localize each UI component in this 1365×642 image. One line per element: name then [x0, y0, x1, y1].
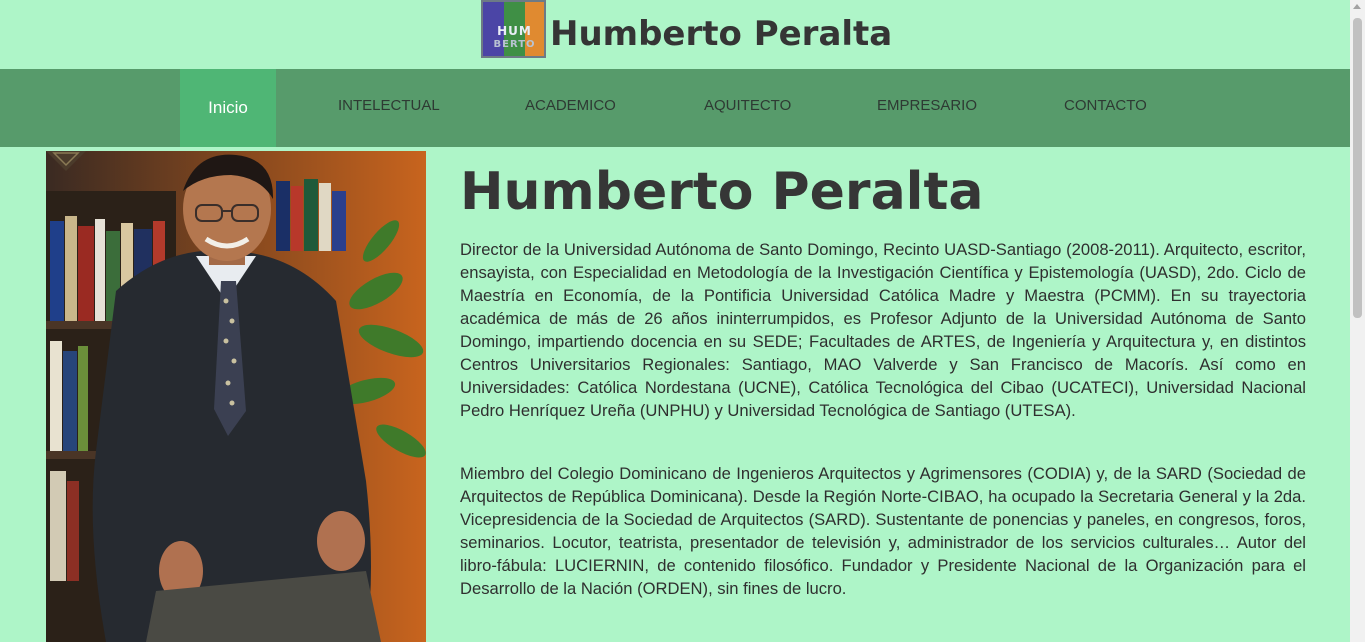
bio-paragraph-2: Miembro del Colegio Dominicano de Ingeni…: [460, 464, 1306, 598]
nav-item-academico[interactable]: ACADEMICO: [525, 69, 616, 147]
page-heading: Humberto Peralta: [460, 162, 984, 222]
site-header: HUM BERTO Humberto Peralta: [0, 0, 1350, 69]
site-title[interactable]: Humberto Peralta: [550, 12, 892, 56]
logo-text-bottom: BERTO: [493, 39, 536, 50]
scroll-up-arrow-icon[interactable]: [1353, 4, 1361, 9]
main-navbar: Inicio INTELECTUAL ACADEMICO AQUITECTO E…: [0, 69, 1350, 147]
scrollbar-thumb[interactable]: [1353, 18, 1362, 318]
portrait-photo: [46, 151, 426, 642]
site-logo-icon[interactable]: HUM BERTO: [481, 0, 546, 58]
nav-item-aquitecto[interactable]: AQUITECTO: [704, 69, 791, 147]
nav-item-intelectual[interactable]: INTELECTUAL: [338, 69, 440, 147]
nav-item-inicio[interactable]: Inicio: [180, 69, 276, 147]
bio-paragraph-1: Director de la Universidad Autónoma de S…: [460, 240, 1306, 420]
nav-item-empresario[interactable]: EMPRESARIO: [877, 69, 977, 147]
logo-text-top: HUM: [497, 24, 532, 38]
vertical-scrollbar[interactable]: [1350, 0, 1365, 642]
portrait-illustration: [46, 151, 426, 642]
nav-item-contacto[interactable]: CONTACTO: [1064, 69, 1147, 147]
